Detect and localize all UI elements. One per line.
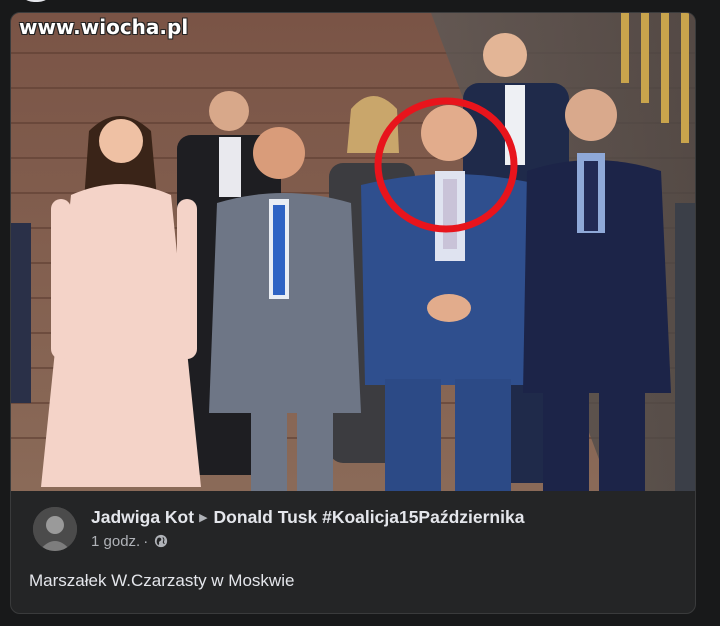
group-photo-illustration [11, 13, 695, 491]
post-attribution: Jadwiga Kot ▶ Donald Tusk #Koalicja15Paźdz… [91, 507, 524, 528]
post-photo[interactable]: www.wiocha.pl [11, 13, 695, 491]
post-header: Jadwiga Kot ▶ Donald Tusk #Koalicja15Paźdz… [33, 505, 679, 557]
triangle-right-icon: ▶ [199, 512, 208, 524]
target-name[interactable]: Donald Tusk #Koalicja15Października [214, 507, 525, 527]
meta-separator: · [143, 533, 149, 550]
globe-icon[interactable] [154, 534, 168, 548]
author-name[interactable]: Jadwiga Kot [91, 507, 194, 527]
avatar-image [33, 507, 77, 551]
watermark-text: www.wiocha.pl [19, 15, 189, 39]
post-timestamp[interactable]: 1 godz. [91, 533, 140, 550]
notification-bubble [18, 0, 54, 2]
author-avatar[interactable] [33, 507, 77, 551]
post-body-text: Marszałek W.Czarzasty w Moskwie [29, 571, 295, 590]
post-meta: 1 godz. · [91, 533, 168, 550]
post-card: www.wiocha.pl Jadwiga Kot ▶ Donald Tusk #K… [10, 12, 696, 614]
